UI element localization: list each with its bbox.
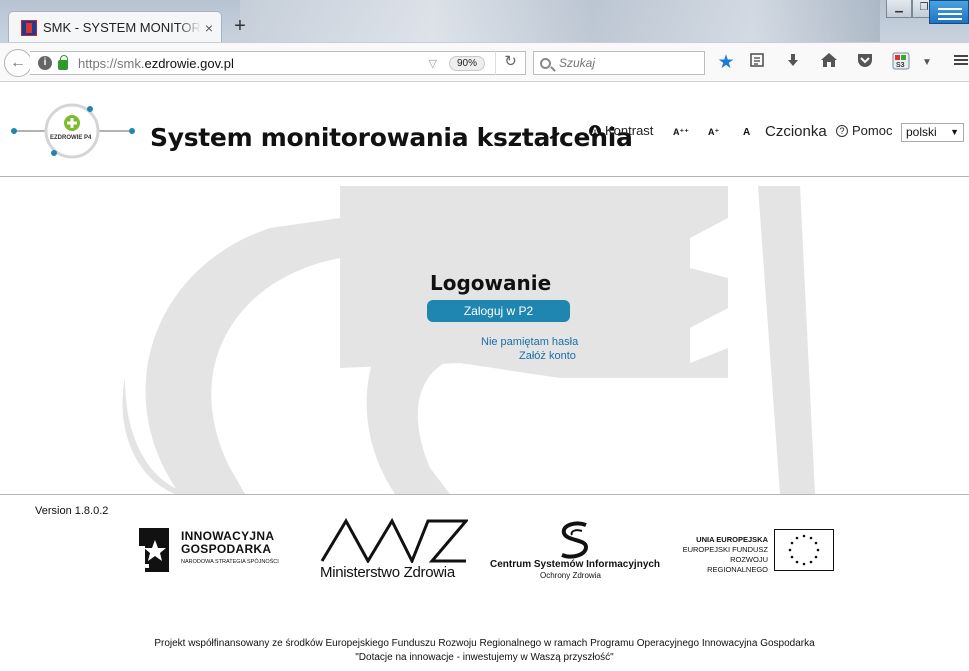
desktop-background	[240, 0, 880, 42]
font-size-normal-button[interactable]: A	[743, 127, 750, 138]
ig-line3: NARODOWA STRATEGIA SPÓJNOŚCI	[181, 559, 279, 565]
csioz-emblem-icon	[561, 521, 589, 559]
mz-emblem-icon	[320, 517, 470, 565]
login-title: Logowanie	[430, 271, 552, 295]
site-header: EZDROWIE P4 System monitorowania kształc…	[0, 83, 969, 177]
search-input[interactable]	[559, 56, 699, 70]
mz-label: Ministerstwo Zdrowia	[320, 564, 455, 581]
pocket-icon[interactable]	[854, 52, 876, 74]
logo-text: EZDROWIE P4	[50, 135, 92, 141]
innowacyjna-gospodarka-logo: INNOWACYJNA GOSPODARKA NARODOWA STRATEGI…	[135, 526, 295, 576]
funding-notice: Projekt współfinansowany ze środków Euro…	[0, 637, 969, 665]
new-tab-button[interactable]: +	[230, 15, 250, 37]
help-label: Pomoc	[852, 123, 893, 138]
csioz-line2: Ochrony Zdrowia	[540, 571, 601, 580]
main-content: Logowanie Zaloguj w P2 Nie pamiętam hasł…	[0, 178, 969, 494]
reading-list-icon[interactable]	[746, 52, 768, 74]
reload-icon[interactable]: ↻	[495, 51, 525, 75]
ministerstwo-zdrowia-logo: Ministerstwo Zdrowia	[320, 517, 470, 583]
login-p2-button[interactable]: Zaloguj w P2	[427, 300, 570, 322]
help-icon: ?	[836, 124, 848, 137]
csioz-line1: Centrum Systemów Informacyjnych	[490, 559, 661, 570]
browser-navbar: ← i https://smk.ezdrowie.gov.pl ▽ 90% ↻ …	[0, 42, 969, 82]
tab-close-icon[interactable]: ×	[205, 20, 213, 36]
register-link[interactable]: Załóż konto	[519, 350, 576, 362]
ue-line2: EUROPEJSKI FUNDUSZ	[682, 545, 768, 554]
url-text[interactable]: https://smk.ezdrowie.gov.pl	[78, 56, 429, 71]
info-icon[interactable]: i	[38, 56, 52, 70]
unia-europejska-logo: UNIA EUROPEJSKA EUROPEJSKI FUNDUSZ ROZWO…	[668, 529, 838, 574]
font-size-larger-button[interactable]: A⁺⁺	[673, 127, 689, 138]
ig-emblem-icon	[135, 528, 169, 572]
contrast-icon: A	[589, 124, 601, 137]
help-link[interactable]: ? Pomoc	[836, 123, 892, 138]
site-title: System monitorowania kształcenia	[150, 123, 633, 152]
lock-icon[interactable]	[58, 55, 68, 70]
chevron-down-icon: ▼	[950, 127, 959, 137]
svg-text:S3: S3	[896, 62, 905, 69]
url-dropdown-icon[interactable]: ▽	[429, 57, 437, 70]
funding-line2: "Dotacje na innowacje - inwestujemy w Wa…	[355, 652, 614, 663]
page: EZDROWIE P4 System monitorowania kształc…	[0, 83, 969, 671]
eu-flag-icon	[774, 529, 834, 571]
bookmark-star-icon[interactable]: ★	[715, 52, 737, 74]
contrast-toggle[interactable]: A Kontrast	[589, 123, 653, 138]
ezdrowie-logo[interactable]: EZDROWIE P4	[10, 101, 140, 181]
window-menu-icon[interactable]	[929, 0, 969, 24]
home-icon[interactable]	[818, 52, 840, 74]
font-size-medium-button[interactable]: A⁺	[708, 127, 719, 138]
contrast-label: Kontrast	[605, 123, 654, 138]
address-bar[interactable]: i https://smk.ezdrowie.gov.pl ▽ 90% ↻	[30, 51, 526, 75]
browser-tab[interactable]: SMK - SYSTEM MONITOROWANIA KSZTAŁCENIA ×	[8, 11, 222, 42]
extension-menu-chevron-icon[interactable]: ▼	[916, 52, 938, 74]
language-value: polski	[906, 125, 937, 139]
site-footer: Version 1.8.0.2 INNOWACYJNA GOSPODARKA N…	[0, 494, 969, 671]
ue-line3: ROZWOJU REGIONALNEGO	[707, 555, 768, 574]
back-arrow-icon[interactable]: ←	[4, 49, 32, 77]
zoom-indicator[interactable]: 90%	[448, 55, 485, 71]
font-label: Czcionka	[765, 123, 827, 140]
funding-line1: Projekt współfinansowany ze środków Euro…	[154, 638, 815, 649]
version-label: Version 1.8.0.2	[35, 505, 109, 517]
hamburger-menu-icon[interactable]	[950, 52, 969, 74]
window-minimize-button[interactable]: ▁	[886, 0, 912, 18]
s3-extension-icon[interactable]: S3	[890, 52, 912, 74]
download-icon[interactable]	[782, 52, 804, 74]
browser-titlebar: SMK - SYSTEM MONITOROWANIA KSZTAŁCENIA ×…	[0, 0, 969, 42]
ue-line1: UNIA EUROPEJSKA	[696, 535, 768, 544]
forgot-password-link[interactable]: Nie pamiętam hasła	[481, 336, 578, 348]
csioz-logo: Centrum Systemów Informacyjnych Ochrony …	[490, 521, 660, 581]
ig-line2: GOSPODARKA	[181, 542, 272, 556]
tab-title: SMK - SYSTEM MONITOROWANIA KSZTAŁCENIA	[43, 20, 201, 35]
language-select[interactable]: polski ▼	[901, 123, 964, 142]
search-icon	[540, 57, 551, 69]
site-favicon-icon	[21, 19, 37, 36]
search-bar[interactable]	[533, 51, 705, 75]
